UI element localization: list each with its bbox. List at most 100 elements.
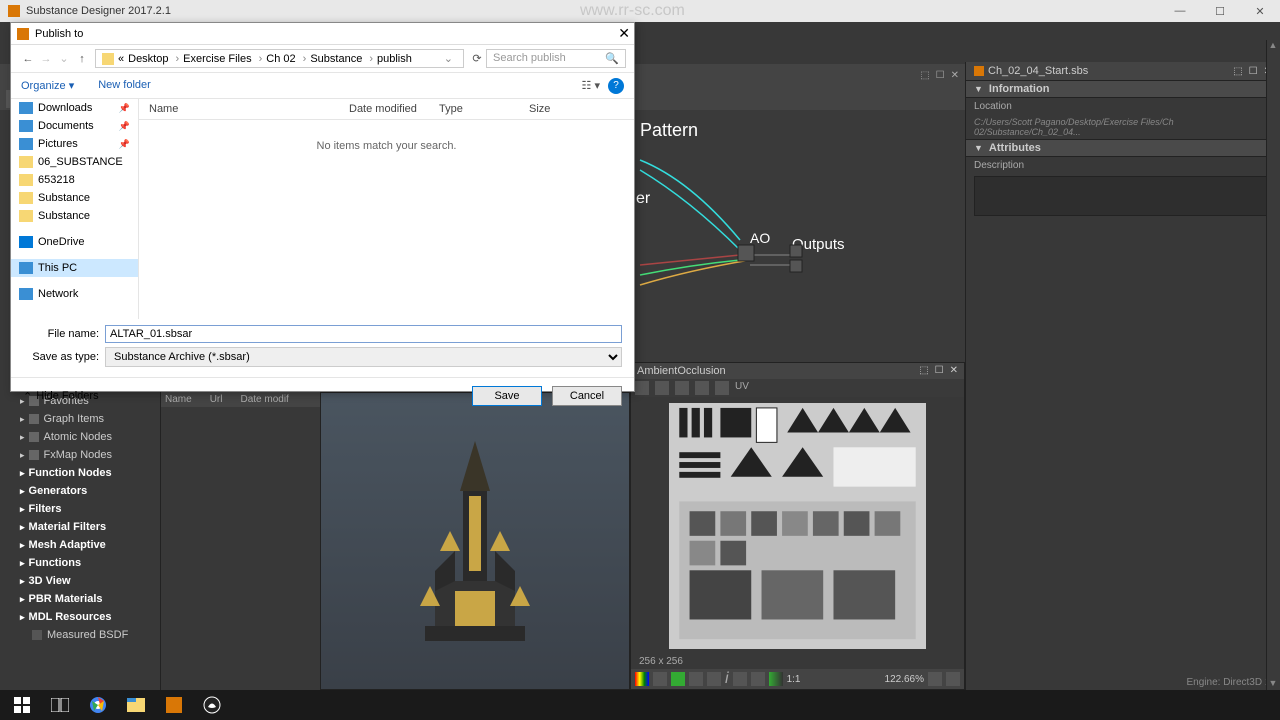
saveas-select[interactable]: Substance Archive (*.sbsar) [105,347,622,367]
tree-item-onedrive[interactable]: OneDrive [11,233,138,251]
chevron-down-icon[interactable]: ⌄ [444,52,453,65]
crumb-2[interactable]: Ch 02 [266,53,295,65]
tree-item-network[interactable]: Network [11,285,138,303]
tool-icon[interactable] [635,381,649,395]
cancel-button[interactable]: Cancel [552,386,622,406]
maximize-button[interactable]: ☐ [1200,0,1240,22]
tool-icon[interactable] [769,672,783,686]
start-button[interactable] [4,691,40,719]
empty-message: No items match your search. [139,140,634,152]
tool-icon[interactable] [695,381,709,395]
view-options-button[interactable]: ☷ ▾ [582,79,600,92]
col-name[interactable]: Name [149,103,349,115]
props-tab[interactable]: Ch_02_04_Start.sbs ⬚ ☐ ✕ [966,62,1280,80]
grid2-icon[interactable] [707,672,721,686]
tree-item-downloads[interactable]: Downloads📌 [11,99,138,117]
refresh-button[interactable]: ⟳ [468,52,486,65]
tree-item-pictures[interactable]: Pictures📌 [11,135,138,153]
scrollbar-vertical[interactable]: ▲ ▼ [1266,40,1280,690]
library-item-mesh-adaptive[interactable]: ▸Mesh Adaptive [0,536,160,554]
tree-item-653218[interactable]: 653218 [11,171,138,189]
maximize-panel-icon[interactable]: ☐ [935,365,944,377]
crumb-1[interactable]: Exercise Files [183,53,251,65]
substance-icon[interactable] [156,691,192,719]
task-view-button[interactable] [42,691,78,719]
graph-canvas[interactable]: Pattern er AO Outputs [630,110,965,362]
unreal-icon[interactable] [194,691,230,719]
search-placeholder: Search publish [493,52,566,65]
library-item-generators[interactable]: ▸Generators [0,482,160,500]
library-item-atomic-nodes[interactable]: ▸Atomic Nodes [0,428,160,446]
zoom-icon[interactable] [928,672,942,686]
tool-icon[interactable] [733,672,747,686]
tree-item-substance[interactable]: Substance [11,207,138,225]
tree-label: 653218 [38,174,75,186]
explorer-icon[interactable] [118,691,154,719]
grid-icon[interactable] [689,672,703,686]
view-2d-canvas[interactable] [669,403,926,649]
chrome-icon[interactable] [80,691,116,719]
tree-item-substance[interactable]: Substance [11,189,138,207]
col-size[interactable]: Size [529,103,550,115]
library-item-filters[interactable]: ▸Filters [0,500,160,518]
channel-green-icon[interactable] [671,672,685,686]
section-information[interactable]: ▼ Information [966,80,1280,98]
rgba-icon[interactable] [635,672,649,686]
maximize-icon[interactable]: ☐ [936,70,945,81]
close-icon[interactable]: ✕ [951,70,959,81]
save-button[interactable]: Save [472,386,542,406]
dialog-titlebar: Publish to ✕ [11,23,634,45]
col-date[interactable]: Date modified [349,103,439,115]
zoom-label[interactable]: 122.66% [885,674,924,685]
crumb-0[interactable]: Desktop [128,53,168,65]
organize-button[interactable]: Organize ▾ [21,79,74,92]
tool-icon[interactable] [751,672,765,686]
description-field[interactable] [974,176,1272,216]
props-tab-label: Ch_02_04_Start.sbs [988,65,1088,77]
close-button[interactable]: ✕ [1240,0,1280,22]
ratio-label[interactable]: 1:1 [787,674,801,685]
maximize-panel-icon[interactable]: ☐ [1249,66,1258,77]
breadcrumb[interactable]: « Desktop› Exercise Files› Ch 02› Substa… [95,49,464,68]
menu-icon[interactable] [946,672,960,686]
view-3d[interactable] [320,392,630,690]
library-sub-item[interactable]: Measured BSDF [0,626,160,644]
recent-button[interactable]: ⌄ [55,52,73,65]
dialog-title: Publish to [35,28,83,40]
undock-icon[interactable]: ⬚ [920,70,929,81]
close-panel-icon[interactable]: ✕ [950,365,958,377]
library-item-function-nodes[interactable]: ▸Function Nodes [0,464,160,482]
library-item-material-filters[interactable]: ▸Material Filters [0,518,160,536]
help-button[interactable]: ? [608,78,624,94]
dialog-close-button[interactable]: ✕ [618,25,630,42]
up-button[interactable]: ↑ [73,53,91,65]
undock-icon[interactable]: ⬚ [919,365,928,377]
tool-icon[interactable] [675,381,689,395]
pc-icon [19,262,33,274]
library-item-3d-view[interactable]: ▸3D View [0,572,160,590]
section-attributes[interactable]: ▼ Attributes [966,139,1280,157]
channel-icon[interactable] [653,672,667,686]
library-item-pbr-materials[interactable]: ▸PBR Materials [0,590,160,608]
tree-item-06_substance[interactable]: 06_SUBSTANCE [11,153,138,171]
filename-label: File name: [23,328,99,340]
library-item-functions[interactable]: ▸Functions [0,554,160,572]
new-folder-button[interactable]: New folder [98,79,151,92]
tree-item-documents[interactable]: Documents📌 [11,117,138,135]
tree-item-this-pc[interactable]: This PC [11,259,138,277]
tool-icon[interactable] [715,381,729,395]
crumb-4[interactable]: publish [377,53,412,65]
filename-input[interactable] [105,325,622,343]
hide-folders-button[interactable]: ⌃ Hide Folders [23,390,99,403]
minimize-button[interactable]: — [1160,0,1200,22]
undock-icon[interactable]: ⬚ [1233,66,1242,77]
info-icon[interactable]: i [725,670,729,688]
search-input[interactable]: Search publish 🔍 [486,49,626,68]
forward-button[interactable]: → [37,53,55,65]
back-button[interactable]: ← [19,53,37,65]
tool-icon[interactable] [655,381,669,395]
crumb-3[interactable]: Substance [310,53,362,65]
col-type[interactable]: Type [439,103,529,115]
library-item-mdl-resources[interactable]: ▸MDL Resources [0,608,160,626]
library-item-fxmap-nodes[interactable]: ▸FxMap Nodes [0,446,160,464]
